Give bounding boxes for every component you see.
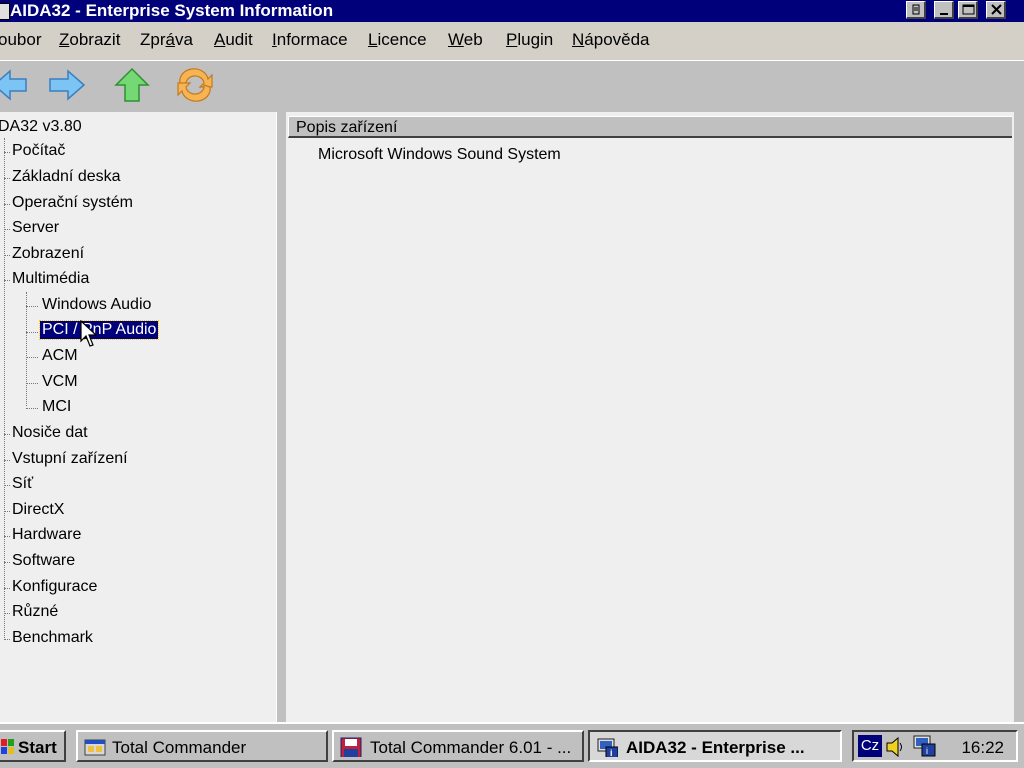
detail-list[interactable]: Popis zařízení Microsoft Windows Sound S… (286, 112, 1014, 722)
tree-item-benchmark[interactable]: Benchmark (12, 629, 93, 647)
svg-text:i: i (610, 748, 613, 757)
menu-zprava[interactable]: Zpráva (140, 30, 193, 50)
close-button[interactable] (986, 1, 1006, 19)
up-arrow-icon (114, 67, 150, 102)
tree-item-zakladni-deska[interactable]: Základní deska (12, 168, 121, 186)
tree-item-ruzne[interactable]: Různé (12, 603, 58, 621)
tree-branch (4, 588, 10, 589)
tree-connector (26, 292, 27, 406)
minimize-icon (940, 13, 948, 15)
tree-item-hardware[interactable]: Hardware (12, 526, 81, 544)
refresh-button[interactable] (172, 65, 214, 105)
tree-item-acm[interactable]: ACM (42, 347, 78, 365)
tree-branch (26, 332, 38, 333)
tree-item-windows-audio[interactable]: Windows Audio (42, 296, 151, 314)
tree-branch (4, 511, 10, 512)
tree-branch (4, 152, 10, 153)
help-button[interactable] (906, 1, 926, 19)
tree-item-sit[interactable]: Síť (12, 475, 33, 493)
window-title: AIDA32 - Enterprise System Information (10, 1, 334, 20)
taskbar-item-aida32[interactable]: i AIDA32 - Enterprise ... (588, 730, 842, 762)
tree-root[interactable]: DA32 v3.80 (0, 118, 82, 136)
tree-item-pocitac[interactable]: Počítač (12, 142, 65, 160)
menu-zobrazit[interactable]: Zobrazit (59, 30, 120, 50)
menu-napoveda[interactable]: Nápověda (572, 30, 650, 50)
menu-licence[interactable]: Licence (368, 30, 427, 50)
tree-item-nosice-dat[interactable]: Nosiče dat (12, 424, 88, 442)
tree-item-operacni-system[interactable]: Operační systém (12, 194, 133, 212)
tree-item-software[interactable]: Software (12, 552, 75, 570)
tree-branch (4, 562, 10, 563)
taskbar-item-total-commander[interactable]: Total Commander (76, 730, 328, 762)
tree-item-zobrazeni[interactable]: Zobrazení (12, 245, 84, 263)
taskbar-item-label: Total Commander (112, 738, 247, 757)
taskbar-item-total-commander-601[interactable]: Total Commander 6.01 - ... (332, 730, 584, 762)
toolbar (0, 60, 1024, 113)
refresh-icon (177, 68, 213, 102)
title-bar[interactable]: AIDA32 - Enterprise System Information (0, 0, 1024, 22)
tree-branch (4, 280, 10, 281)
list-item[interactable]: Microsoft Windows Sound System (318, 146, 561, 164)
tree-branch (26, 408, 38, 409)
start-label: Start (18, 738, 57, 757)
tree-branch (26, 357, 38, 358)
tree-branch (4, 204, 10, 205)
tree-item-directx[interactable]: DirectX (12, 501, 64, 519)
menu-bar: oubor Zobrazit Zpráva Audit Informace Li… (0, 22, 1024, 60)
forward-arrow-icon (49, 69, 86, 101)
minimize-button[interactable] (934, 1, 954, 19)
tree-connector (4, 138, 5, 638)
column-header-device-description[interactable]: Popis zařízení (288, 116, 1012, 138)
tree-item-vstupni-zarizeni[interactable]: Vstupní zařízení (12, 450, 128, 468)
menu-web[interactable]: Web (448, 30, 483, 50)
tree-branch (26, 383, 38, 384)
clock[interactable]: 16:22 (961, 738, 1004, 758)
tree-branch (4, 485, 10, 486)
forward-button[interactable] (46, 65, 88, 105)
back-button[interactable] (0, 65, 30, 105)
tree-branch (4, 639, 10, 640)
tree-item-server[interactable]: Server (12, 219, 59, 237)
tree-branch (4, 536, 10, 537)
menu-plugin[interactable]: Plugin (506, 30, 553, 50)
column-header-label: Popis zařízení (296, 119, 398, 136)
tree-item-multimedia[interactable]: Multimédia (12, 270, 89, 288)
tree-branch (4, 229, 10, 230)
tree-branch (4, 613, 10, 614)
navigation-tree[interactable]: DA32 v3.80 Počítač Základní deska Operač… (0, 112, 276, 722)
maximize-button[interactable] (958, 1, 978, 19)
tree-branch (4, 434, 10, 435)
tree-item-mci[interactable]: MCI (42, 398, 71, 416)
pane-splitter[interactable] (276, 112, 286, 722)
tree-branch (4, 460, 10, 461)
floppy-disk-icon (340, 737, 362, 757)
aida32-tray-icon[interactable]: i (912, 734, 938, 758)
speaker-volume-icon[interactable] (884, 735, 906, 759)
tree-branch (26, 306, 38, 307)
aida32-computer-icon: i (597, 738, 618, 757)
start-button[interactable]: Start (0, 730, 66, 762)
system-tray: Cz i 16:22 (852, 730, 1018, 762)
tree-item-konfigurace[interactable]: Konfigurace (12, 578, 97, 596)
tree-item-vcm[interactable]: VCM (42, 373, 78, 391)
menu-informace[interactable]: Informace (272, 30, 348, 50)
taskbar-item-label: AIDA32 - Enterprise ... (626, 738, 805, 757)
maximize-icon (962, 4, 975, 15)
window-edge (1014, 112, 1024, 722)
taskbar: Start Total Commander Total Commander 6.… (0, 722, 1024, 768)
tree-branch (4, 178, 10, 179)
menu-audit[interactable]: Audit (214, 30, 253, 50)
taskbar-item-label: Total Commander 6.01 - ... (370, 738, 572, 757)
back-arrow-icon (0, 69, 27, 101)
menu-soubor[interactable]: oubor (0, 30, 41, 50)
close-icon (991, 4, 1002, 15)
tree-branch (4, 255, 10, 256)
help-icon (912, 4, 920, 15)
language-indicator[interactable]: Cz (858, 735, 882, 757)
total-commander-icon (84, 739, 106, 756)
svg-text:i: i (926, 746, 928, 756)
mouse-cursor-icon (80, 320, 98, 347)
app-icon[interactable] (0, 3, 10, 20)
up-button[interactable] (112, 65, 154, 105)
